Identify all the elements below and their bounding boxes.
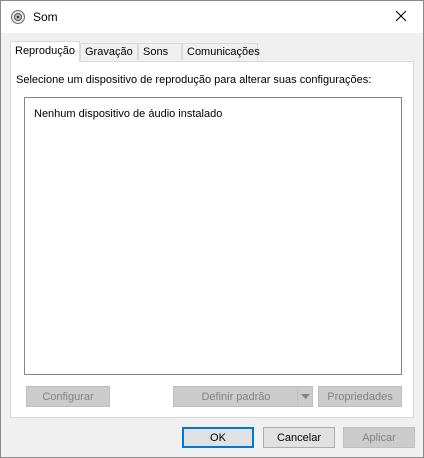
button-label: Configurar <box>42 390 94 403</box>
tab-label: Reprodução <box>15 45 75 57</box>
window-title: Som <box>33 10 58 24</box>
tab-label: Gravação <box>85 46 133 58</box>
button-label: Cancelar <box>276 431 322 444</box>
tab-label: Sons <box>143 46 169 58</box>
tab-reproducao[interactable]: Reprodução <box>10 41 80 62</box>
tab-panel: Selecione um dispositivo de reprodução p… <box>10 61 414 418</box>
button-label: OK <box>210 431 226 444</box>
instruction-text: Selecione um dispositivo de reprodução p… <box>16 74 372 86</box>
device-list[interactable]: Nenhum dispositivo de áudio instalado <box>24 97 402 375</box>
chevron-down-icon[interactable] <box>297 387 312 406</box>
set-default-split-button[interactable]: Definir padrão <box>173 386 313 407</box>
empty-list-message: Nenhum dispositivo de áudio instalado <box>34 108 223 120</box>
cancel-button[interactable]: Cancelar <box>263 427 335 448</box>
ok-button[interactable]: OK <box>182 427 254 448</box>
tab-gravacao[interactable]: Gravação <box>80 43 138 60</box>
configure-button[interactable]: Configurar <box>26 386 110 407</box>
sound-dialog: Som Reprodução Gravação Sons Comunicaçõe… <box>0 0 424 458</box>
button-label: Propriedades <box>327 390 393 403</box>
tab-comunicacoes[interactable]: Comunicações <box>182 43 260 60</box>
button-label: Aplicar <box>362 431 396 444</box>
tab-label: Comunicações <box>187 46 260 58</box>
tab-sons[interactable]: Sons <box>138 43 182 60</box>
apply-button[interactable]: Aplicar <box>343 427 415 448</box>
close-icon <box>395 10 407 25</box>
button-label: Definir padrão <box>201 390 271 403</box>
properties-button[interactable]: Propriedades <box>318 386 402 407</box>
title-bar[interactable]: Som <box>1 1 423 33</box>
speaker-icon <box>10 9 26 25</box>
close-button[interactable] <box>379 1 423 33</box>
